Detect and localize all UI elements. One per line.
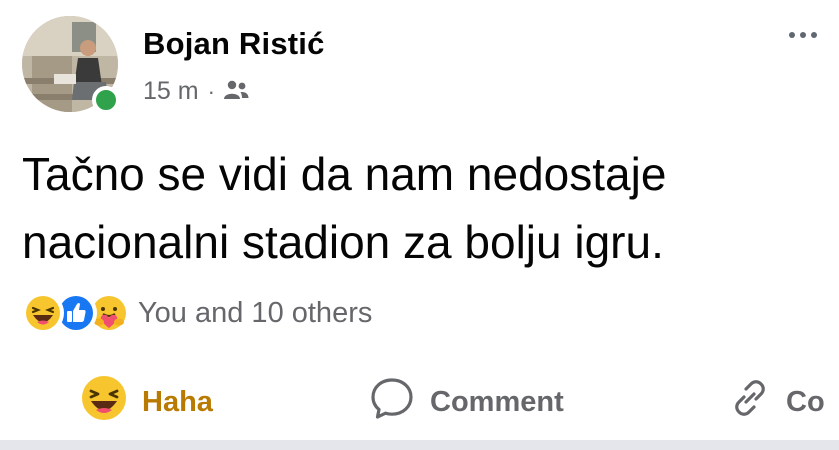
haha-icon	[80, 374, 128, 430]
reaction-count-text: You and 10 others	[138, 296, 373, 329]
haha-label: Haha	[142, 385, 213, 418]
haha-reaction-icon	[22, 292, 64, 334]
copy-button[interactable]: Co	[728, 368, 825, 436]
post-timestamp[interactable]: 15 m	[143, 77, 199, 106]
more-dot-icon	[789, 32, 795, 38]
link-icon	[728, 376, 772, 428]
reaction-icons	[22, 292, 130, 334]
post-text: Tačno se vidi da nam nedostaje nacionaln…	[22, 148, 667, 268]
friends-icon[interactable]	[223, 78, 249, 107]
more-options-button[interactable]	[789, 32, 817, 38]
post-meta: 15 m ·	[143, 76, 249, 107]
copy-label: Co	[786, 385, 825, 418]
more-dot-icon	[811, 32, 817, 38]
reactions-summary[interactable]: You and 10 others	[22, 292, 372, 334]
avatar[interactable]	[22, 16, 120, 114]
haha-button[interactable]: Haha	[80, 368, 213, 436]
online-status-dot	[92, 86, 120, 114]
post-actions-bar: Haha Comment Co	[0, 368, 839, 436]
facebook-post: Bojan Ristić 15 m · Tačno se vidi da nam…	[0, 0, 839, 450]
more-dot-icon	[800, 32, 806, 38]
author-name[interactable]: Bojan Ristić	[143, 26, 325, 62]
meta-separator: ·	[207, 78, 215, 104]
comment-button[interactable]: Comment	[368, 368, 564, 436]
comment-icon	[368, 374, 416, 430]
comment-label: Comment	[430, 385, 564, 418]
divider	[0, 440, 839, 450]
